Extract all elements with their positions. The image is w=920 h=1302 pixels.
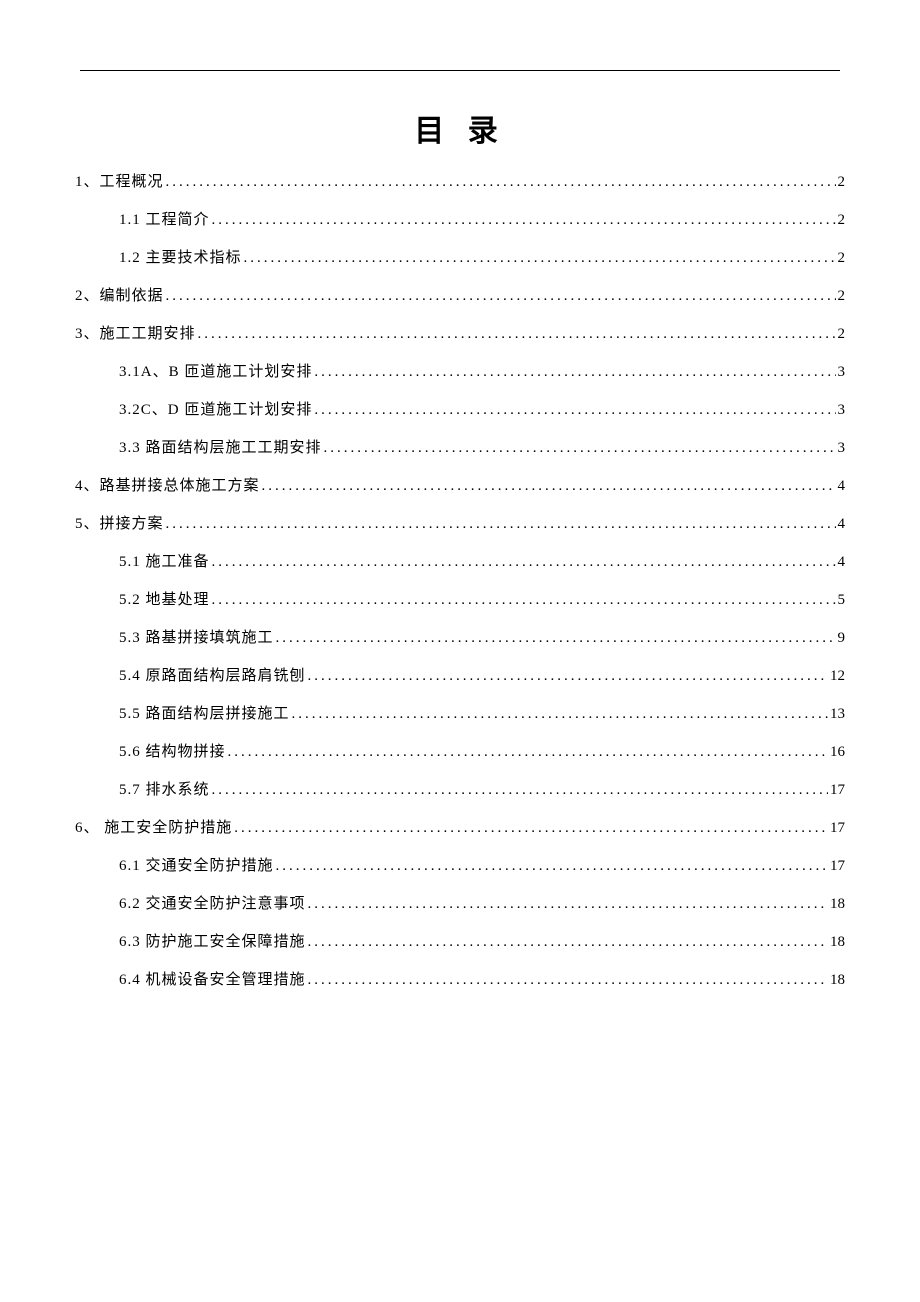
toc-entry-page: 17 bbox=[828, 816, 845, 840]
toc-entry: 3.2C、D 匝道施工计划安排 3 bbox=[75, 398, 845, 422]
toc-entry-page: 4 bbox=[836, 512, 846, 536]
toc-entry-label: 3.1A、B 匝道施工计划安排 bbox=[119, 360, 312, 384]
toc-dot-leader bbox=[210, 588, 836, 612]
toc-entry: 6.3 防护施工安全保障措施 18 bbox=[75, 930, 845, 954]
toc-entry-label: 1.2 主要技术指标 bbox=[119, 246, 242, 270]
toc-dot-leader bbox=[274, 854, 828, 878]
toc-entry-label: 5.5 路面结构层拼接施工 bbox=[119, 702, 290, 726]
toc-entry-page: 5 bbox=[836, 588, 846, 612]
toc-entry-label: 3.2C、D 匝道施工计划安排 bbox=[119, 398, 312, 422]
toc-entry-page: 17 bbox=[828, 854, 845, 878]
toc-title: 目 录 bbox=[75, 106, 845, 150]
toc-entry-label: 6.2 交通安全防护注意事项 bbox=[119, 892, 306, 916]
toc-dot-leader bbox=[164, 512, 836, 536]
toc-dot-leader bbox=[164, 170, 836, 194]
toc-dot-leader bbox=[196, 322, 836, 346]
toc-entry-page: 4 bbox=[836, 550, 846, 574]
toc-entry: 1、工程概况 2 bbox=[75, 170, 845, 194]
toc-entry-page: 17 bbox=[828, 778, 845, 802]
toc-dot-leader bbox=[322, 436, 836, 460]
toc-entry: 3.1A、B 匝道施工计划安排 3 bbox=[75, 360, 845, 384]
toc-dot-leader bbox=[210, 550, 836, 574]
toc-entry-page: 16 bbox=[828, 740, 845, 764]
toc-entry-page: 3 bbox=[836, 360, 846, 384]
toc-entry: 6.1 交通安全防护措施 17 bbox=[75, 854, 845, 878]
toc-entry-label: 3、施工工期安排 bbox=[75, 322, 196, 346]
toc-entry: 5、拼接方案 4 bbox=[75, 512, 845, 536]
toc-entry-label: 6.3 防护施工安全保障措施 bbox=[119, 930, 306, 954]
document-page: 目 录 1、工程概况21.1 工程简介21.2 主要技术指标22、编制依据23、… bbox=[0, 0, 920, 1066]
toc-entry: 3.3 路面结构层施工工期安排 3 bbox=[75, 436, 845, 460]
toc-entry-label: 6、 施工安全防护措施 bbox=[75, 816, 232, 840]
toc-dot-leader bbox=[210, 208, 836, 232]
toc-entry: 1.2 主要技术指标 2 bbox=[75, 246, 845, 270]
toc-dot-leader bbox=[306, 664, 828, 688]
toc-entry: 5.2 地基处理 5 bbox=[75, 588, 845, 612]
toc-entry-page: 13 bbox=[828, 702, 845, 726]
toc-entry-page: 12 bbox=[828, 664, 845, 688]
toc-dot-leader bbox=[242, 246, 836, 270]
toc-entry-label: 1.1 工程简介 bbox=[119, 208, 210, 232]
toc-entry-page: 2 bbox=[836, 246, 846, 270]
toc-dot-leader bbox=[226, 740, 828, 764]
toc-entry-label: 1、工程概况 bbox=[75, 170, 164, 194]
toc-dot-leader bbox=[312, 398, 835, 422]
toc-entry: 5.3 路基拼接填筑施工 9 bbox=[75, 626, 845, 650]
toc-entry: 5.4 原路面结构层路肩铣刨 12 bbox=[75, 664, 845, 688]
toc-dot-leader bbox=[164, 284, 836, 308]
toc-dot-leader bbox=[260, 474, 836, 498]
toc-entry: 5.6 结构物拼接 16 bbox=[75, 740, 845, 764]
toc-entry-label: 6.4 机械设备安全管理措施 bbox=[119, 968, 306, 992]
toc-entry-label: 3.3 路面结构层施工工期安排 bbox=[119, 436, 322, 460]
toc-entry-page: 2 bbox=[836, 170, 846, 194]
toc-entry-label: 5.4 原路面结构层路肩铣刨 bbox=[119, 664, 306, 688]
toc-entry-label: 4、路基拼接总体施工方案 bbox=[75, 474, 260, 498]
toc-entry-page: 2 bbox=[836, 284, 846, 308]
table-of-contents: 1、工程概况21.1 工程简介21.2 主要技术指标22、编制依据23、施工工期… bbox=[75, 170, 845, 992]
toc-dot-leader bbox=[274, 626, 836, 650]
top-horizontal-rule bbox=[80, 70, 840, 71]
toc-entry-label: 5.6 结构物拼接 bbox=[119, 740, 226, 764]
toc-entry-page: 2 bbox=[836, 322, 846, 346]
toc-entry: 5.1 施工准备 4 bbox=[75, 550, 845, 574]
toc-entry-page: 2 bbox=[836, 208, 846, 232]
toc-entry-label: 5.1 施工准备 bbox=[119, 550, 210, 574]
toc-entry: 1.1 工程简介 2 bbox=[75, 208, 845, 232]
toc-entry-page: 3 bbox=[836, 436, 846, 460]
toc-entry: 6、 施工安全防护措施 17 bbox=[75, 816, 845, 840]
toc-entry: 5.7 排水系统 17 bbox=[75, 778, 845, 802]
toc-entry: 5.5 路面结构层拼接施工 13 bbox=[75, 702, 845, 726]
toc-entry-page: 18 bbox=[828, 930, 845, 954]
toc-dot-leader bbox=[210, 778, 828, 802]
toc-entry-page: 18 bbox=[828, 892, 845, 916]
toc-entry-label: 5.2 地基处理 bbox=[119, 588, 210, 612]
toc-entry: 6.4 机械设备安全管理措施 18 bbox=[75, 968, 845, 992]
toc-entry-label: 5、拼接方案 bbox=[75, 512, 164, 536]
toc-dot-leader bbox=[306, 892, 828, 916]
toc-entry: 4、路基拼接总体施工方案 4 bbox=[75, 474, 845, 498]
toc-dot-leader bbox=[312, 360, 835, 384]
toc-dot-leader bbox=[306, 968, 828, 992]
toc-entry-page: 4 bbox=[836, 474, 846, 498]
toc-entry-page: 3 bbox=[836, 398, 846, 422]
toc-entry-label: 2、编制依据 bbox=[75, 284, 164, 308]
toc-dot-leader bbox=[306, 930, 828, 954]
toc-entry: 6.2 交通安全防护注意事项 18 bbox=[75, 892, 845, 916]
toc-entry-label: 6.1 交通安全防护措施 bbox=[119, 854, 274, 878]
toc-entry-page: 9 bbox=[836, 626, 846, 650]
toc-entry-label: 5.3 路基拼接填筑施工 bbox=[119, 626, 274, 650]
toc-dot-leader bbox=[290, 702, 828, 726]
toc-entry: 2、编制依据 2 bbox=[75, 284, 845, 308]
toc-entry-page: 18 bbox=[828, 968, 845, 992]
toc-entry-label: 5.7 排水系统 bbox=[119, 778, 210, 802]
toc-entry: 3、施工工期安排 2 bbox=[75, 322, 845, 346]
toc-dot-leader bbox=[232, 816, 828, 840]
